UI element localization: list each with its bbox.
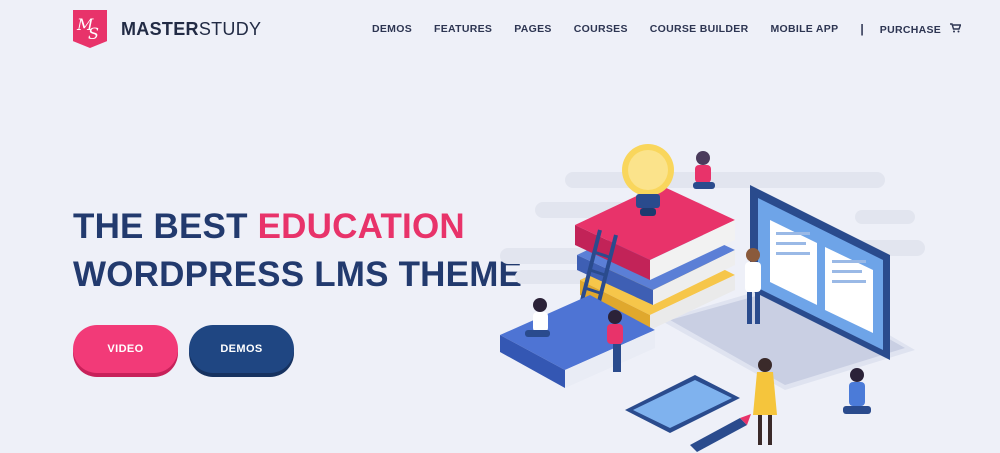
nav-item-features[interactable]: FEATURES [434,23,492,35]
brand-name-light: STUDY [198,18,262,39]
logo-badge-letter-s: S [88,24,99,43]
demos-button[interactable]: DEMOS [189,325,294,373]
nav-item-course-builder[interactable]: COURSE BUILDER [650,23,749,35]
nav-purchase-label: PURCHASE [879,23,942,36]
person-laptop-left [525,298,550,337]
brand-logo[interactable]: M S MASTERSTUDY [73,10,261,48]
hero-illustration [500,144,925,452]
hero-title-line2: WORDPRESS LMS THEME [73,255,523,294]
nav-item-mobile-app[interactable]: MOBILE APP [770,23,838,35]
hero-title-accent: EDUCATION [257,207,465,246]
nav-item-purchase[interactable]: PURCHASE [879,22,962,36]
nav-item-demos[interactable]: DEMOS [372,23,412,35]
nav-item-courses[interactable]: COURSES [574,23,628,35]
main-nav: DEMOS FEATURES PAGES COURSES COURSE BUIL… [372,22,983,36]
hero-title-part1: THE BEST [73,207,258,246]
shopping-cart-icon [950,22,962,32]
brand-name: MASTERSTUDY [121,19,261,40]
hero-title: THE BEST EDUCATION WORDPRESS LMS THEME [73,203,522,299]
logo-badge-icon: M S [73,10,107,48]
person-sitting-top [693,151,715,189]
person-phone-right [843,368,871,414]
brand-name-bold: MASTER [121,18,199,39]
video-button[interactable]: VIDEO [73,325,178,373]
site-header: M S MASTERSTUDY DEMOS FEATURES PAGES COU… [0,0,1000,60]
nav-separator: | [860,22,864,36]
nav-item-pages[interactable]: PAGES [514,23,551,35]
tablet-illustration [625,375,740,433]
pencil-illustration [690,414,751,452]
